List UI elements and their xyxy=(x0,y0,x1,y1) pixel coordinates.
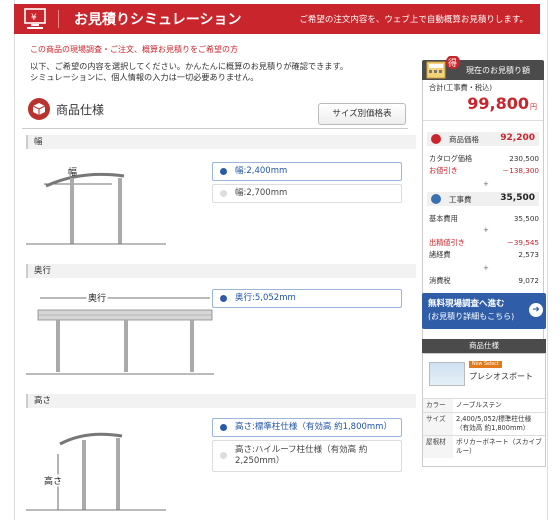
total-value: 99,800 xyxy=(467,94,529,113)
tax-value: 9,072 xyxy=(518,276,539,285)
product-price-value: 92,200 xyxy=(500,133,535,143)
catalog-row: カタログ価格 230,500 xyxy=(429,154,539,164)
section-depth-header: 奥行 xyxy=(26,264,416,278)
computer-icon: ¥ xyxy=(22,8,52,30)
depth-option-5052[interactable]: 奥行:5,052mm xyxy=(212,289,402,308)
tax-row: 消費税 9,072 xyxy=(429,276,539,286)
total-yen: 円 xyxy=(530,103,537,111)
estimate-header: 得 現在のお見積り額 xyxy=(422,55,544,80)
wrench-icon xyxy=(431,194,441,204)
spec-key: 屋根材 xyxy=(423,435,453,458)
table-row: サイズ 2,400/5,052/標準柱仕様（有効高 約1,800mm） xyxy=(423,412,545,436)
misc-value: 2,573 xyxy=(518,250,539,259)
width-option-2700[interactable]: 幅:2,700mm xyxy=(212,184,402,203)
visit-discount-label: 出精値引き xyxy=(429,238,465,247)
depth-figure-label: 奥行 xyxy=(88,292,106,304)
total-label: 合計(工事費・税込) xyxy=(429,83,493,92)
discount-value: －138,300 xyxy=(502,166,539,175)
catalog-value: 230,500 xyxy=(509,154,539,163)
base-fee-label: 基本費用 xyxy=(429,214,458,223)
intro-text: 以下、ご希望の内容を選択してください。かんたんに概算のお見積りが確認できます。 … xyxy=(30,61,348,83)
discount-label: お値引き xyxy=(429,166,458,175)
header-bar: ¥ お見積りシミュレーション ご希望の注文内容を、ウェブ上で自動概算お見積りしま… xyxy=(14,4,540,34)
product-thumbnail xyxy=(429,362,465,386)
spec-value: ポリカーボネート（スカイブルー） xyxy=(453,435,545,458)
plus-sign: + xyxy=(483,264,489,272)
product-name: プレシオスポート xyxy=(469,372,533,381)
product-price-label: 商品価格 xyxy=(449,135,479,144)
plus-sign: + xyxy=(483,180,489,188)
misc-label: 諸経費 xyxy=(429,250,451,259)
arrow-right-icon: ➜ xyxy=(529,303,543,317)
subtitle-link[interactable]: この商品の現場調査・ご注文、概算お見積りをご希望の方 xyxy=(30,44,238,55)
width-option-2400[interactable]: 幅:2,400mm xyxy=(212,162,402,181)
estimate-header-label: 現在のお見積り額 xyxy=(466,66,530,75)
product-info-box: Now Select プレシオスポート カラー ノーブルステン サイズ 2,400/… xyxy=(422,353,546,467)
discount-row: お値引き －138,300 xyxy=(429,166,539,176)
product-info-title: 商品仕様 xyxy=(469,341,499,350)
height-figure-label: 高さ xyxy=(44,475,62,487)
construction-label: 工事費 xyxy=(449,195,472,204)
visit-discount-row: 出精値引き －39,545 xyxy=(429,238,539,248)
construction-value: 35,500 xyxy=(500,193,535,203)
spec-key: カラー xyxy=(423,398,453,413)
section-width-header: 幅 xyxy=(26,135,416,149)
table-row: 屋根材 ポリカーボネート（スカイブルー） xyxy=(423,435,545,458)
visit-discount-value: －39,545 xyxy=(506,238,539,247)
depth-figure: 奥行 xyxy=(26,290,214,375)
section-height-header: 高さ xyxy=(26,394,416,408)
cta-line2: (お見積り詳細もこちら) xyxy=(428,312,515,321)
calculator-icon: 得 xyxy=(425,55,460,79)
misc-row: 諸経費 2,573 xyxy=(429,250,539,260)
radio-icon xyxy=(220,295,227,302)
radio-icon xyxy=(220,190,227,197)
width-figure: 幅 xyxy=(26,166,166,245)
construction-block: 工事費 35,500 xyxy=(427,192,539,206)
svg-text:¥: ¥ xyxy=(31,13,37,23)
header-separator xyxy=(58,10,59,28)
size-price-table-button[interactable]: サイズ別価格表 xyxy=(318,103,406,125)
cube-icon xyxy=(28,98,50,120)
base-fee-row: 基本費用 35,500 xyxy=(429,214,539,224)
radio-icon xyxy=(220,452,227,459)
cta-line1: 無料現場調査へ進む xyxy=(428,299,505,309)
height-figure: 高さ xyxy=(26,432,166,511)
product-price-icon xyxy=(431,134,441,144)
base-fee-value: 35,500 xyxy=(513,214,539,223)
spec-key: サイズ xyxy=(423,412,453,436)
tax-label: 消費税 xyxy=(429,276,451,285)
table-row: カラー ノーブルステン xyxy=(423,398,545,413)
now-select-badge: Now Select xyxy=(469,361,502,368)
radio-icon xyxy=(220,424,227,431)
intro-line: 以下、ご希望の内容を選択してください。かんたんに概算のお見積りが確認できます。 xyxy=(30,61,349,71)
free-site-survey-button[interactable]: 無料現場調査へ進む (お見積り詳細もこちら) ➜ xyxy=(422,293,546,329)
height-option-standard[interactable]: 高さ:標準柱仕様（有効高 約1,800mm） xyxy=(212,418,402,437)
product-spec-table: カラー ノーブルステン サイズ 2,400/5,052/標準柱仕様（有効高 約1,8… xyxy=(423,398,545,458)
divider xyxy=(22,128,408,129)
catalog-label: カタログ価格 xyxy=(429,154,473,163)
divider xyxy=(423,120,543,121)
spec-value: 2,400/5,052/標準柱仕様（有効高 約1,800mm） xyxy=(453,412,545,436)
page-title: お見積りシミュレーション xyxy=(74,12,242,28)
spec-title: 商品仕様 xyxy=(56,103,105,117)
product-price-block: 商品価格 92,200 xyxy=(427,132,539,146)
product-info-header: 商品仕様 xyxy=(422,339,546,353)
radio-icon xyxy=(220,168,227,175)
height-option-high-roof[interactable]: 高さ:ハイルーフ柱仕様（有効高 約2,250mm） xyxy=(212,440,402,472)
intro-line: シミュレーションに、個人情報の入力は一切必要ありません。 xyxy=(30,72,259,82)
spec-value: ノーブルステン xyxy=(453,398,545,413)
header-notice: ご希望の注文内容を、ウェブ上で自動概算お見積りします。 xyxy=(299,15,528,25)
plus-sign: + xyxy=(483,226,489,234)
deal-badge: 得 xyxy=(448,57,457,69)
